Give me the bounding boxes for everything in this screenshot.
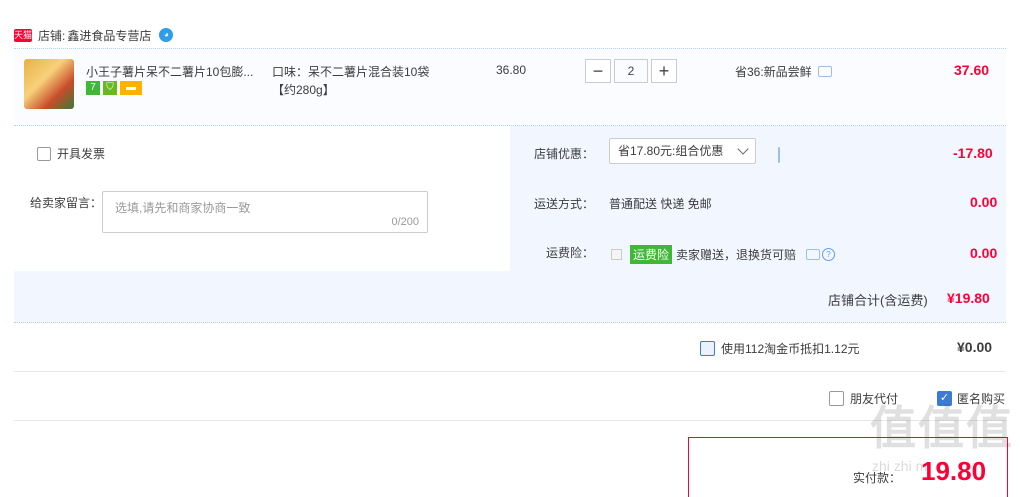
- shop-name-link[interactable]: 鑫进食品专营店: [67, 27, 151, 44]
- shipping-label: 运送方式：: [534, 197, 595, 211]
- item-promo: 省36:新品尝鲜: [735, 63, 832, 80]
- shop-label: 店铺:: [38, 28, 66, 43]
- invoice-label: 开具发票: [57, 147, 106, 161]
- comment-icon[interactable]: [817, 66, 832, 77]
- message-label: 给卖家留言：: [30, 196, 103, 210]
- qty-minus-button[interactable]: −: [585, 59, 611, 83]
- service-badges: 7 ⛉ ▬: [86, 81, 142, 95]
- shop-discount-label: 店铺优惠：: [534, 147, 595, 161]
- qty-plus-button[interactable]: +: [651, 59, 677, 83]
- seller-message-input[interactable]: 选填,请先和商家协商一致 0/200: [102, 191, 428, 233]
- order-item-row: 小王子薯片呆不二薯片10包膨... 7 ⛉ ▬ 口味：呆不二薯片混合装10袋 【…: [14, 48, 1006, 126]
- shop-total-amount: ¥19.80: [947, 290, 990, 306]
- sku-info: 口味：呆不二薯片混合装10袋 【约280g】: [272, 63, 452, 99]
- coin-option[interactable]: 使用112淘金币抵扣1.12元: [700, 340, 860, 357]
- coin-checkbox[interactable]: [700, 341, 715, 356]
- friend-pay-checkbox[interactable]: [829, 391, 844, 406]
- insurance-option: 运费险 卖家赠送，退换货可赔 ?: [611, 245, 836, 264]
- quantity-stepper: − 2 +: [585, 59, 677, 83]
- shop-discount-value: 省17.80元:组合优惠: [618, 144, 724, 158]
- insurance-comment-icon[interactable]: [806, 249, 821, 260]
- qty-input[interactable]: 2: [614, 59, 648, 83]
- item-promo-text: 省36:新品尝鲜: [735, 65, 812, 79]
- product-thumbnail[interactable]: [24, 59, 74, 109]
- coin-amount: ¥0.00: [957, 339, 993, 355]
- credit-card-icon[interactable]: ▬: [120, 81, 142, 95]
- shop-discount-amount: -17.80: [953, 145, 993, 161]
- insurance-amount: 0.00: [970, 245, 998, 261]
- product-title-link[interactable]: 小王子薯片呆不二薯片10包膨...: [86, 63, 261, 80]
- unit-price: 36.80: [496, 63, 527, 77]
- watermark-site: zhi zhi m: [872, 458, 928, 474]
- guarantee-icon[interactable]: ⛉: [103, 81, 117, 95]
- coin-label: 使用112淘金币抵扣1.12元: [721, 342, 860, 356]
- insurance-label: 运费险：: [546, 246, 595, 260]
- sku-flavor: 口味：呆不二薯片混合装10袋: [272, 65, 430, 79]
- watermark-logo: 值值值: [870, 402, 1014, 454]
- invoice-option[interactable]: 开具发票: [31, 145, 105, 162]
- message-char-count: 0/200: [391, 216, 419, 228]
- order-options: 开具发票 给卖家留言： 选填,请先和商家协商一致 0/200 店铺优惠： 省17…: [14, 126, 1006, 323]
- taobao-coin-row: 使用112淘金币抵扣1.12元 ¥0.00: [14, 323, 1006, 372]
- insurance-text: 卖家赠送，退换货可赔: [676, 248, 797, 262]
- shipping-amount: 0.00: [970, 194, 998, 210]
- invoice-checkbox[interactable]: [37, 146, 51, 161]
- actual-payment-amount: 19.80: [921, 456, 987, 486]
- tmall-logo-icon: 天猫: [14, 28, 33, 42]
- message-placeholder: 选填,请先和商家协商一致: [115, 201, 251, 215]
- insurance-checkbox: [611, 249, 622, 260]
- wangwang-chat-icon[interactable]: ◕: [159, 28, 174, 42]
- item-subtotal: 37.60: [954, 62, 990, 78]
- insurance-tag: 运费险: [630, 245, 673, 264]
- sku-weight: 【约280g】: [272, 83, 335, 97]
- shop-header: 天猫 店铺: 鑫进食品专营店 ◕: [14, 24, 174, 46]
- chevron-down-icon: [737, 143, 749, 155]
- shop-total-label: 店铺合计(含运费): [828, 293, 928, 308]
- shop-discount-select[interactable]: 省17.80元:组合优惠: [609, 138, 756, 164]
- seven-day-return-icon[interactable]: 7: [86, 81, 100, 95]
- help-icon[interactable]: ?: [822, 248, 836, 261]
- options-left-panel: 开具发票 给卖家留言： 选填,请先和商家协商一致 0/200: [14, 126, 510, 271]
- shipping-method: 普通配送 快递 免邮: [609, 197, 712, 211]
- payment-extras-row: 朋友代付 ✓ 匿名购买: [14, 372, 1006, 421]
- discount-comment-icon[interactable]: [778, 147, 780, 163]
